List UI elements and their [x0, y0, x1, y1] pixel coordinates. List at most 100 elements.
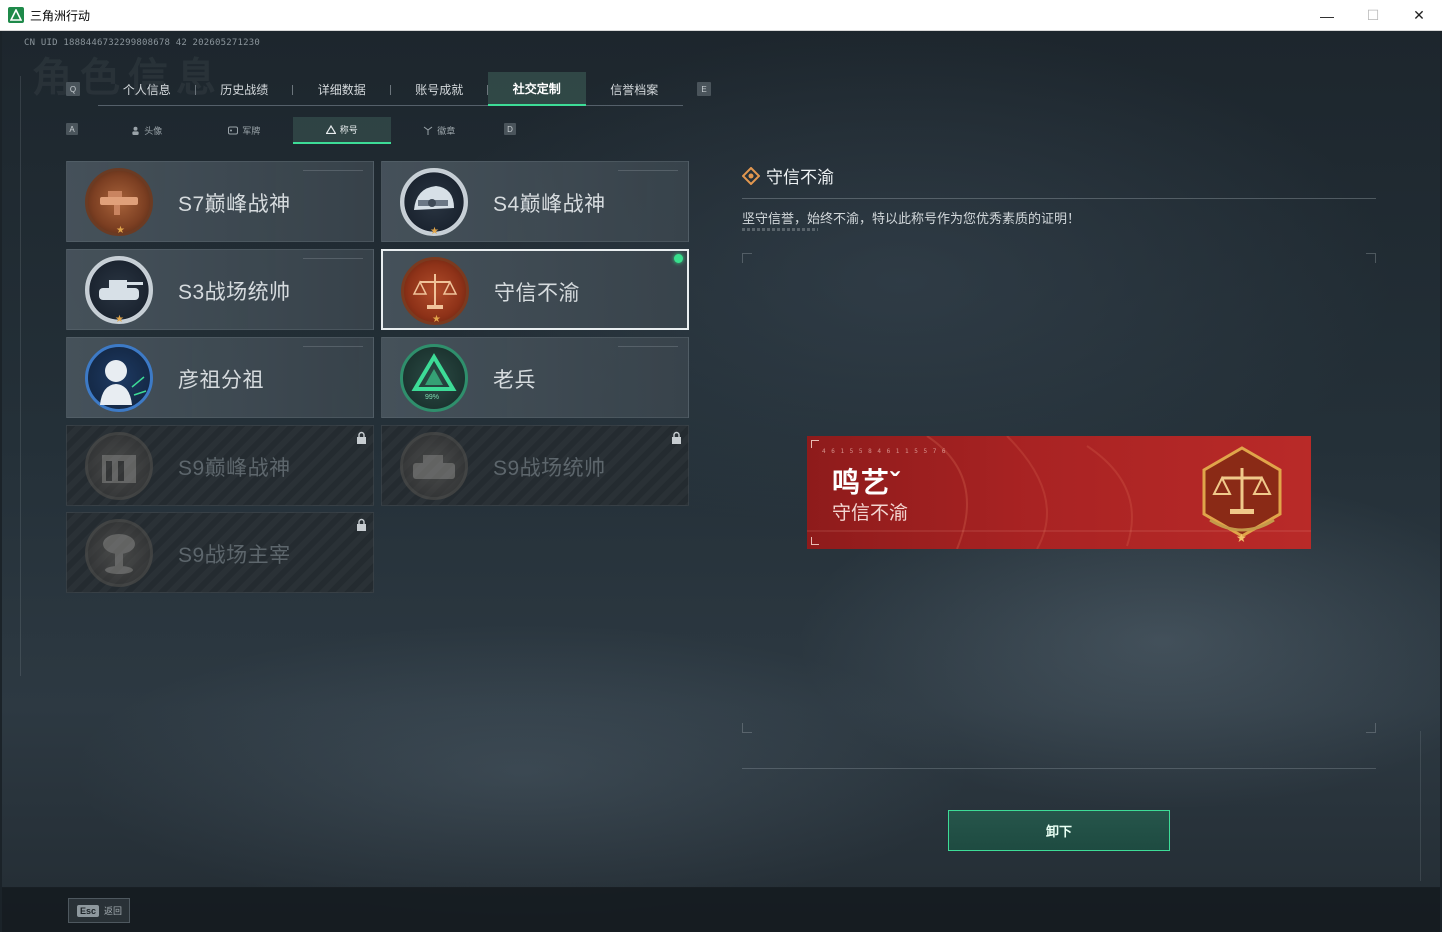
- subtab-avatar[interactable]: 头像: [98, 117, 196, 144]
- copper-weapon-emblem-icon: ★: [85, 168, 153, 236]
- divider: [742, 768, 1376, 769]
- hud-line: [20, 76, 21, 676]
- title-card-label: S7巅峰战神: [178, 193, 291, 216]
- title-card-label: S3战场统帅: [178, 281, 291, 304]
- scales-emblem-icon: ★: [401, 257, 469, 325]
- lock-icon: [357, 518, 366, 531]
- portrait-emblem-icon: [85, 344, 153, 412]
- bottom-bar: [2, 887, 1440, 932]
- star-icon: ★: [115, 314, 124, 325]
- detail-title: 守信不渝: [766, 168, 834, 187]
- star-icon: ★: [116, 225, 125, 236]
- frame-corner: [742, 723, 752, 733]
- app-logo-icon: [8, 7, 24, 23]
- game-viewport: 角色信息 CN UID 1888446732299808678 42 20260…: [2, 31, 1440, 932]
- veteran-percent: 99%: [425, 394, 440, 401]
- minimize-button[interactable]: —: [1304, 0, 1350, 31]
- veteran-emblem-icon: 99%: [400, 344, 468, 412]
- tank-emblem-icon: ★: [85, 256, 153, 325]
- badge-icon: [423, 126, 433, 135]
- diamond-icon: [742, 166, 760, 185]
- subtab-title[interactable]: 称号: [293, 117, 391, 144]
- hud-line: [1420, 731, 1421, 881]
- lock-icon: [357, 431, 366, 444]
- title-card-s3-battlefield-commander[interactable]: ★ S3战场统帅: [66, 249, 374, 330]
- lock-icon: [672, 431, 681, 444]
- card-decoration: [303, 346, 363, 347]
- title-card-keep-faith[interactable]: ★ 守信不渝: [381, 249, 689, 330]
- card-decoration: [303, 258, 363, 259]
- star-icon: ★: [430, 226, 439, 237]
- scales-badge-icon: ★: [1202, 446, 1282, 544]
- window-titlebar: 三角洲行动 — ☐ ✕: [0, 0, 1442, 31]
- tab-achievements[interactable]: 账号成就: [391, 72, 489, 106]
- mushroom-cloud-emblem-icon: [85, 519, 153, 587]
- tab-match-history[interactable]: 历史战绩: [196, 72, 294, 106]
- armored-emblem-icon: [400, 432, 468, 500]
- tab-personal-info[interactable]: 个人信息: [98, 72, 196, 106]
- svg-text:★: ★: [1236, 531, 1247, 544]
- title-card-s9-battlefield-commander[interactable]: S9战场统帅: [381, 425, 689, 506]
- title-card-label: S9战场统帅: [493, 457, 606, 480]
- title-card-veteran[interactable]: 99% 老兵: [381, 337, 689, 418]
- star-icon: ★: [432, 314, 441, 325]
- frame-corner: [742, 253, 752, 263]
- card-decoration: [303, 170, 363, 171]
- tab-reputation-record[interactable]: 信誉档案: [586, 72, 684, 106]
- frame-corner: [1366, 723, 1376, 733]
- fortress-emblem-icon: [85, 432, 153, 500]
- prev-tab-key[interactable]: Q: [66, 82, 80, 96]
- title-card-label: S9战场主宰: [178, 544, 291, 567]
- player-uid: CN UID 1888446732299808678 42 2026052712…: [24, 38, 260, 48]
- title-card-s9-peak-war-god[interactable]: S9巅峰战神: [66, 425, 374, 506]
- subtab-label: 称号: [339, 125, 358, 135]
- close-button[interactable]: ✕: [1396, 0, 1442, 31]
- equipped-indicator: [674, 254, 683, 263]
- person-icon: [132, 126, 139, 135]
- subtab-dogtag[interactable]: 军牌: [196, 117, 294, 144]
- sub-tabs: 头像 军牌 称号 徽章: [98, 117, 488, 144]
- detail-description: 坚守信誉，始终不渝，特以此称号作为您优秀素质的证明！: [742, 211, 1081, 226]
- divider: [742, 198, 1376, 199]
- main-tabs: 个人信息 历史战绩 详细数据 账号成就 社交定制 信誉档案: [98, 72, 683, 106]
- back-button[interactable]: Esc 返回: [68, 898, 130, 923]
- title-card-label: 老兵: [493, 369, 536, 392]
- title-card-yanzu-branch[interactable]: 彦祖分祖: [66, 337, 374, 418]
- title-card-s4-peak-war-god[interactable]: ★ S4巅峰战神: [381, 161, 689, 242]
- next-tab-key[interactable]: E: [697, 82, 711, 96]
- unequip-button[interactable]: 卸下: [948, 810, 1170, 851]
- banner-code: 4 6 1 5 5 8 4 6 1 1 5 5 7 6: [822, 448, 947, 455]
- back-label: 返回: [104, 906, 123, 916]
- maximize-button[interactable]: ☐: [1350, 0, 1396, 31]
- dogtag-icon: [228, 126, 239, 135]
- subtab-label: 头像: [144, 126, 163, 136]
- tab-detailed-data[interactable]: 详细数据: [293, 72, 391, 106]
- nameplate-title: 守信不渝: [832, 503, 909, 524]
- title-card-s9-battlefield-ruler[interactable]: S9战场主宰: [66, 512, 374, 593]
- esc-key: Esc: [77, 904, 100, 917]
- frame-corner: [1366, 253, 1376, 263]
- game-window: 三角洲行动 — ☐ ✕ 角色信息 CN UID 1888446732299808…: [0, 0, 1442, 932]
- title-card-label: 彦祖分祖: [178, 369, 264, 392]
- title-card-label: S9巅峰战神: [178, 457, 291, 480]
- title-card-label: 守信不渝: [494, 282, 580, 305]
- subtab-label: 军牌: [242, 126, 261, 136]
- subtab-badge[interactable]: 徽章: [391, 117, 489, 144]
- card-decoration: [618, 346, 678, 347]
- tab-social-customization[interactable]: 社交定制: [488, 72, 586, 106]
- player-name: 鸣艺ˇ: [832, 467, 901, 498]
- triangle-icon: [325, 125, 336, 134]
- prev-subtab-key[interactable]: A: [66, 123, 78, 135]
- decorative-dashes: [742, 228, 818, 231]
- next-subtab-key[interactable]: D: [504, 123, 516, 135]
- title-card-label: S4巅峰战神: [493, 193, 606, 216]
- banner-bracket: [811, 537, 819, 545]
- subtab-label: 徽章: [437, 126, 456, 136]
- nameplate-preview: 4 6 1 5 5 8 4 6 1 1 5 5 7 6 鸣艺ˇ 守信不渝 ★: [807, 436, 1311, 549]
- helmet-emblem-icon: ★: [400, 168, 468, 237]
- title-card-s7-peak-war-god[interactable]: ★ S7巅峰战神: [66, 161, 374, 242]
- card-decoration: [618, 170, 678, 171]
- detail-header: 守信不渝: [742, 163, 834, 188]
- window-title: 三角洲行动: [30, 8, 91, 23]
- banner-bracket: [811, 440, 819, 448]
